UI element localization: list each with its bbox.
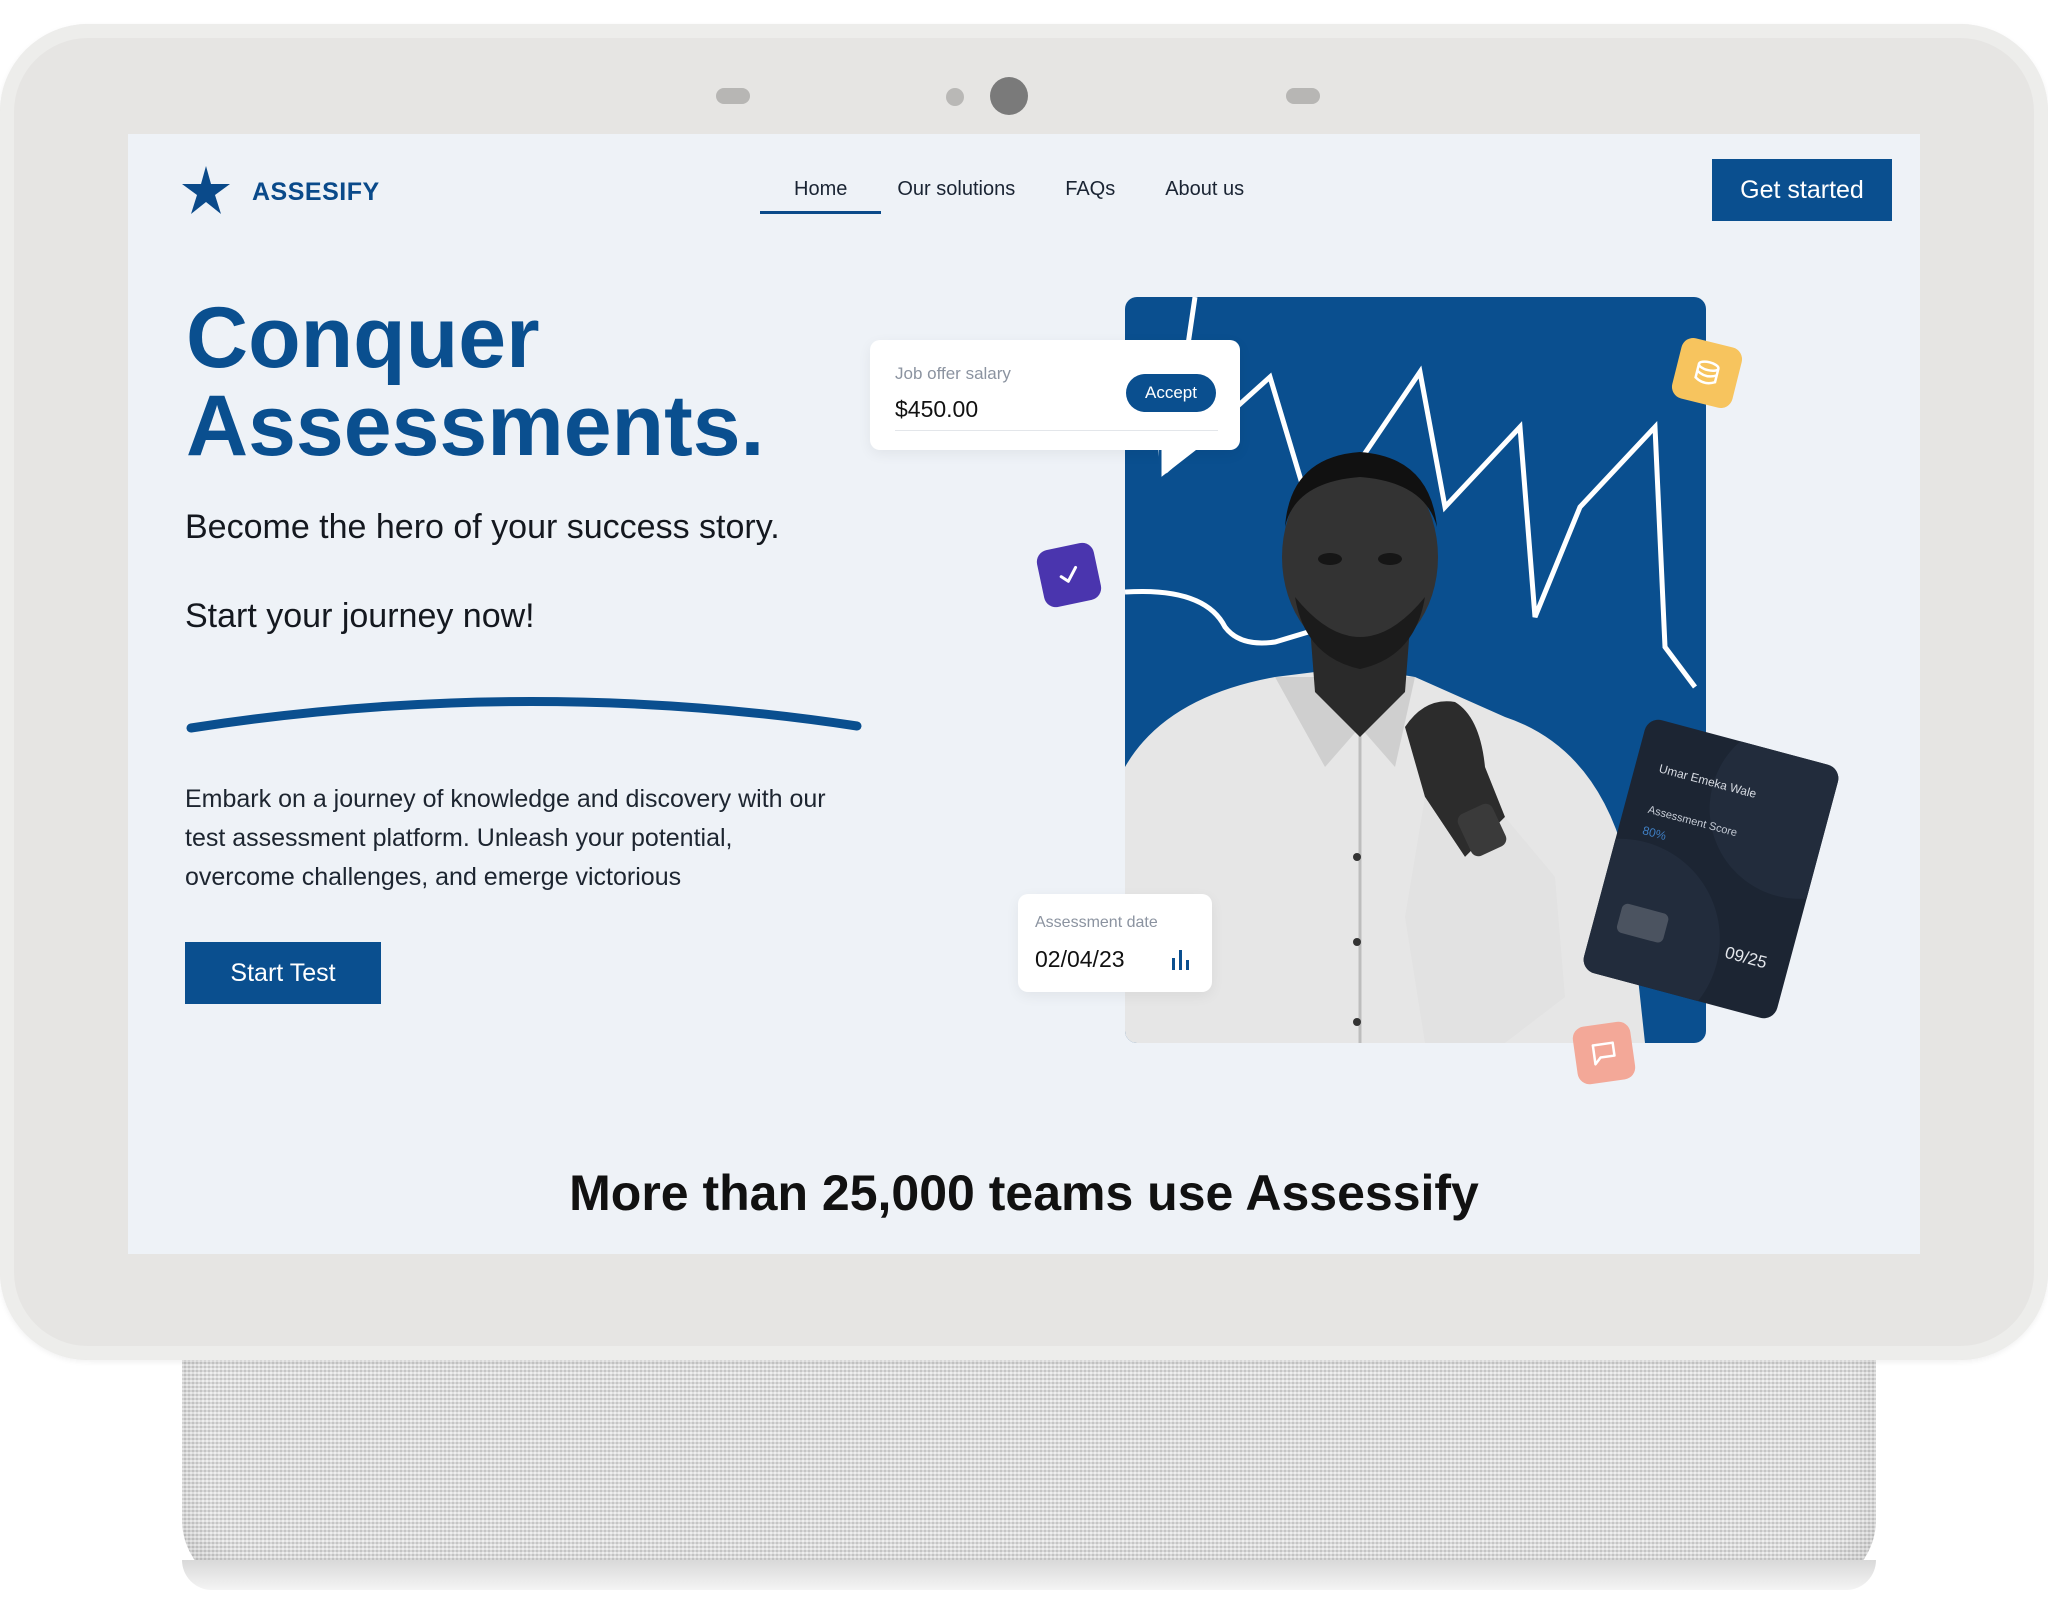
nav-about-us[interactable]: About us <box>1165 178 1244 214</box>
hero-title: Conquer Assessments. <box>186 294 764 470</box>
sensor-right <box>1286 88 1320 104</box>
brand-name: ASSESIFY <box>252 178 380 206</box>
chat-tile <box>1571 1020 1637 1086</box>
brand[interactable]: ASSESIFY <box>180 164 380 221</box>
assessment-date-value: 02/04/23 <box>1035 946 1125 972</box>
score-value: 80% <box>1640 823 1668 843</box>
accept-button[interactable]: Accept <box>1126 374 1216 412</box>
assessment-date-label: Assessment date <box>1035 914 1158 931</box>
check-tile <box>1034 540 1104 610</box>
device-speaker-base <box>182 1330 1876 1590</box>
star-logo-icon <box>180 164 232 221</box>
job-offer-amount: $450.00 <box>895 396 979 422</box>
bar-chart-icon <box>1172 950 1189 970</box>
card-decoration <box>1689 716 1842 920</box>
nav-faqs[interactable]: FAQs <box>1065 178 1115 214</box>
hero-body: Embark on a journey of knowledge and dis… <box>185 785 826 891</box>
assessment-date-card: Assessment date 02/04/23 <box>1018 894 1212 992</box>
job-offer-label: Job offer salary <box>895 364 1011 383</box>
speech-bubble-tail <box>1158 450 1196 478</box>
nav-our-solutions[interactable]: Our solutions <box>897 178 1015 214</box>
hero-tagline-secondary: Start your journey now! <box>185 597 535 635</box>
get-started-button[interactable]: Get started <box>1712 159 1892 221</box>
start-test-button[interactable]: Start Test <box>185 942 381 1004</box>
nav-home[interactable]: Home <box>760 178 882 214</box>
sensor-left <box>716 88 750 104</box>
hero-tagline: Become the hero of your success story. <box>185 508 780 546</box>
job-offer-divider <box>895 430 1218 431</box>
card-expiry: 09/25 <box>1722 942 1770 973</box>
database-icon <box>1694 360 1720 385</box>
web-page: ASSESIFY Home Our solutions FAQs About u… <box>128 134 1920 1254</box>
main-nav: Home Our solutions FAQs About us <box>760 178 1294 214</box>
check-icon <box>1059 565 1078 583</box>
hero-title-line2: Assessments. <box>186 378 765 474</box>
hero-title-line1: Conquer <box>186 290 540 386</box>
job-offer-card: Job offer salary $450.00 Accept <box>870 340 1240 450</box>
ambient-sensor <box>946 88 964 106</box>
social-proof-headline: More than 25,000 teams use Assessify <box>569 1165 1479 1221</box>
camera <box>990 77 1028 115</box>
chat-icon <box>1591 1041 1616 1066</box>
decorative-swoosh <box>186 697 862 733</box>
